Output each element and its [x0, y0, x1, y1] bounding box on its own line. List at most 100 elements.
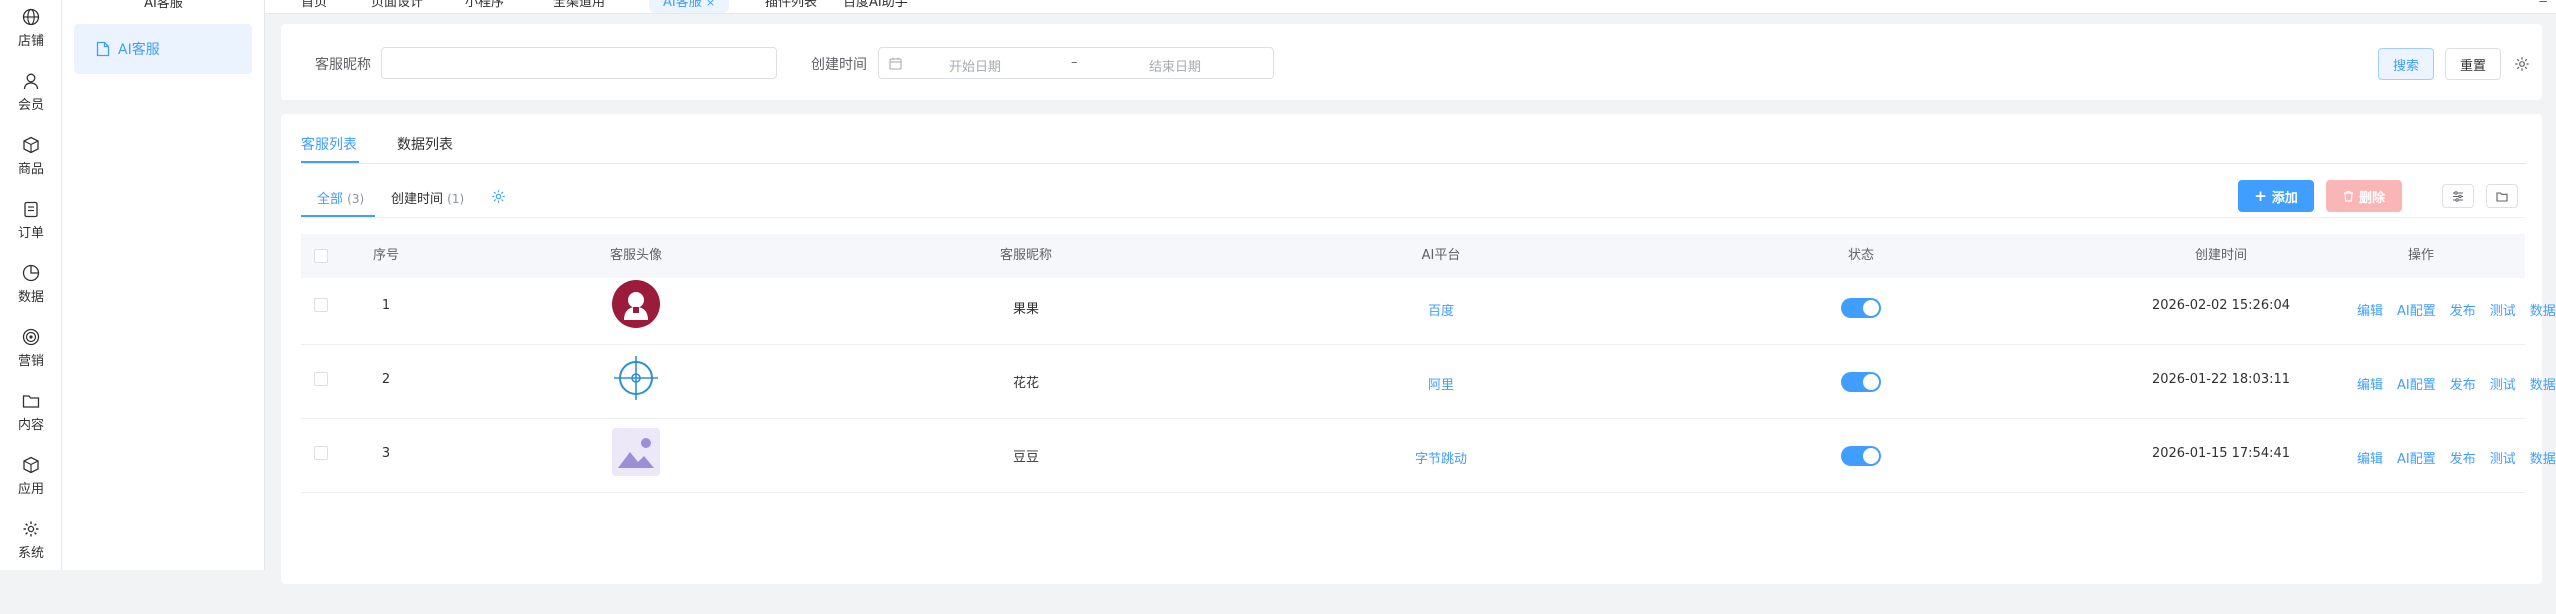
row-created-time: 2026-02-02 15:26:04	[2151, 298, 2291, 313]
rail-item-content[interactable]: 内容	[0, 392, 62, 433]
rail-item-member[interactable]: 会员	[0, 72, 62, 113]
status-switch[interactable]	[1841, 372, 1881, 392]
row-created-time: 2026-01-15 17:54:41	[2151, 446, 2291, 461]
rail-item-label: 内容	[17, 418, 44, 433]
subtab-all[interactable]: 全部 (3)	[317, 188, 364, 207]
gear-icon	[23, 521, 39, 537]
tab-mini-program[interactable]: 小程序	[465, 0, 504, 10]
rail-item-label: 店铺	[17, 34, 44, 49]
rail-item-marketing[interactable]: 营销	[0, 328, 62, 369]
person-avatar	[612, 280, 660, 328]
header-no: 序号	[372, 248, 399, 263]
pie-icon	[22, 264, 40, 282]
globe-icon	[22, 8, 40, 26]
service-table: 序号 客服头像 客服昵称 AI平台 状态 创建时间 操作 1 果果 百度 202…	[301, 234, 2556, 614]
rail-item-product[interactable]: 商品	[0, 136, 62, 177]
test-link[interactable]: 测试	[2490, 300, 2516, 319]
ai-config-link[interactable]: AI配置	[2397, 448, 2436, 467]
column-filter-button[interactable]	[2442, 184, 2474, 208]
folder-icon	[2496, 191, 2508, 202]
rail-item-data[interactable]: 数据	[0, 264, 62, 305]
tab-label: AI客服	[663, 0, 702, 10]
ai-config-link[interactable]: AI配置	[2397, 374, 2436, 393]
tab-data-list[interactable]: 数据列表	[397, 134, 453, 154]
tab-baidu-ai[interactable]: 百度AI助手	[843, 0, 908, 10]
clipboard-icon	[24, 201, 38, 218]
main-nav-rail: 店铺 会员 商品 订单 数据 营销 内容 应用 系统	[0, 0, 62, 570]
publish-link[interactable]: 发布	[2450, 300, 2476, 319]
select-all-checkbox[interactable]	[314, 249, 328, 263]
tab-omnichannel[interactable]: 全渠道用	[553, 0, 605, 10]
edit-link[interactable]: 编辑	[2357, 300, 2383, 319]
add-button[interactable]: + 添加	[2238, 180, 2314, 212]
subtab-count: (1)	[447, 192, 465, 206]
rail-item-system[interactable]: 系统	[0, 520, 62, 561]
date-range-picker[interactable]: 开始日期 – 结束日期	[878, 47, 1274, 79]
add-button-label: 添加	[2271, 190, 2298, 206]
rail-item-apps[interactable]: 应用	[0, 456, 62, 497]
settings-icon[interactable]	[491, 189, 506, 204]
tab-plugins[interactable]: 插件列表	[765, 0, 817, 10]
search-button[interactable]: 搜索	[2378, 48, 2434, 80]
sub-menu-item-ai-service[interactable]: AI客服	[74, 24, 252, 74]
trash-icon	[2343, 190, 2353, 202]
header-status: 状态	[1847, 248, 1874, 263]
data-link[interactable]: 数据	[2530, 448, 2556, 467]
tab-service-list[interactable]: 客服列表	[301, 134, 357, 154]
end-date-placeholder[interactable]: 结束日期	[1149, 56, 1201, 75]
table-header: 序号 客服头像 客服昵称 AI平台 状态 创建时间 操作	[301, 234, 2525, 278]
tab-page-design[interactable]: 页面设计	[371, 0, 423, 10]
tab-ai-service[interactable]: AI客服 ×	[649, 0, 730, 13]
row-actions: 编辑 AI配置 发布 测试 数据 删除	[2357, 374, 2556, 393]
ai-config-link[interactable]: AI配置	[2397, 300, 2436, 319]
tab-home[interactable]: 首页	[301, 0, 327, 10]
row-platform[interactable]: 阿里	[1366, 374, 1516, 393]
subtab-created-time[interactable]: 创建时间 (1)	[391, 188, 464, 207]
reset-button[interactable]: 重置	[2445, 48, 2501, 80]
status-switch[interactable]	[1841, 446, 1881, 466]
target-icon	[22, 328, 40, 346]
sub-menu-item-label: AI客服	[118, 42, 160, 58]
header-avatar: 客服头像	[609, 248, 662, 263]
sub-menu: AI客服 AI客服	[62, 0, 265, 570]
row-divider	[301, 418, 2525, 419]
data-link[interactable]: 数据	[2530, 300, 2556, 319]
subtabs-divider	[301, 217, 2526, 218]
publish-link[interactable]: 发布	[2450, 374, 2476, 393]
row-platform[interactable]: 字节跳动	[1366, 448, 1516, 467]
header-platform: AI平台	[1421, 248, 1461, 263]
rail-item-order[interactable]: 订单	[0, 200, 62, 241]
row-checkbox[interactable]	[314, 372, 328, 386]
rail-item-store[interactable]: 店铺	[0, 8, 62, 49]
row-no: 1	[381, 298, 391, 313]
gear-icon[interactable]	[2514, 56, 2530, 72]
sub-menu-group-title: AI客服	[144, 0, 183, 11]
edit-link[interactable]: 编辑	[2357, 374, 2383, 393]
row-divider	[301, 344, 2525, 345]
edit-link[interactable]: 编辑	[2357, 448, 2383, 467]
close-icon[interactable]: ×	[706, 0, 715, 9]
row-checkbox[interactable]	[314, 446, 328, 460]
data-link[interactable]: 数据	[2530, 374, 2556, 393]
publish-link[interactable]: 发布	[2450, 448, 2476, 467]
row-checkbox[interactable]	[314, 298, 328, 312]
nickname-input[interactable]	[381, 47, 777, 79]
row-actions: 编辑 AI配置 发布 测试 数据 删除	[2357, 448, 2556, 467]
row-actions: 编辑 AI配置 发布 测试 数据 删除	[2357, 300, 2556, 319]
rail-item-label: 系统	[17, 546, 44, 561]
filter-card: 客服昵称 创建时间 开始日期 – 结束日期 搜索 重置	[281, 24, 2542, 100]
start-date-placeholder[interactable]: 开始日期	[949, 56, 1001, 75]
more-icon[interactable]: ≡	[2538, 0, 2548, 6]
delete-button[interactable]: 删除	[2326, 180, 2402, 212]
test-link[interactable]: 测试	[2490, 374, 2516, 393]
image-placeholder-avatar	[612, 428, 660, 476]
test-link[interactable]: 测试	[2490, 448, 2516, 467]
status-switch[interactable]	[1841, 298, 1881, 318]
row-platform[interactable]: 百度	[1366, 300, 1516, 319]
row-divider	[301, 492, 2525, 493]
range-separator: –	[1071, 55, 1078, 70]
export-button[interactable]	[2486, 184, 2518, 208]
subtab-label: 创建时间	[391, 192, 444, 207]
rail-item-label: 营销	[17, 354, 44, 369]
calendar-icon	[889, 57, 902, 70]
